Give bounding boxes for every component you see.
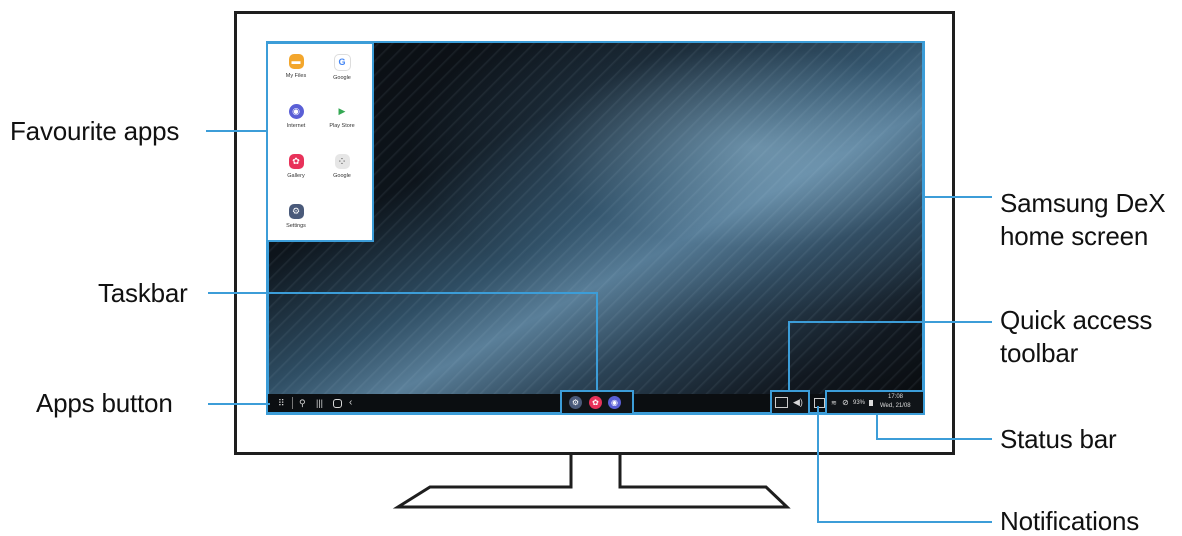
app-gallery[interactable]: ✿ Gallery	[274, 154, 318, 179]
back-icon[interactable]: ‹	[349, 398, 352, 408]
apps-button-icon[interactable]: ⠿	[278, 398, 285, 408]
google-icon: G	[333, 54, 351, 71]
battery-icon	[869, 400, 873, 406]
callout-status-bar-h	[876, 438, 992, 440]
home-icon[interactable]	[333, 399, 342, 408]
callout-notifications-v	[817, 406, 819, 523]
label-quick-access-line1: Quick access	[1000, 305, 1153, 335]
app-my-files[interactable]: ▬ My Files	[274, 54, 318, 79]
callout-taskbar-v	[596, 292, 598, 391]
internet-icon: ◉	[288, 104, 304, 119]
clock-time: 17:08	[888, 394, 904, 400]
screenshot-icon[interactable]	[775, 397, 788, 408]
callout-quick-access-h	[788, 321, 992, 323]
settings-icon: ⚙	[288, 204, 304, 219]
callout-taskbar-h	[208, 292, 597, 294]
label-dex-home-line2: home screen	[1000, 221, 1149, 251]
callout-notifications-h	[817, 521, 992, 523]
app-play-store[interactable]: ▶ Play Store	[320, 104, 364, 129]
app-google-folder[interactable]: ⁘ Google	[320, 154, 364, 179]
app-internet[interactable]: ◉ Internet	[274, 104, 318, 129]
google-folder-icon: ⁘	[334, 154, 350, 169]
gallery-icon: ✿	[288, 154, 304, 169]
folder-icon: ▬	[288, 54, 304, 69]
label-quick-access-line2: toolbar	[1000, 338, 1079, 368]
do-not-disturb-icon: ⊘	[842, 398, 849, 407]
recents-icon[interactable]: |||	[316, 398, 323, 408]
label-favourite-apps: Favourite apps	[10, 116, 180, 146]
callout-apps-button	[208, 403, 270, 405]
app-google[interactable]: G Google	[320, 54, 364, 81]
favourite-apps-panel: ▬ My Files G Google ◉ Internet ▶ Play St…	[266, 42, 374, 242]
callout-status-bar-v	[876, 414, 878, 439]
callout-dex-home	[922, 196, 992, 198]
callout-favourite-apps	[206, 130, 268, 132]
battery-percent: 93%	[853, 400, 866, 406]
notifications-icon[interactable]	[814, 398, 825, 408]
callout-quick-access-v	[788, 321, 790, 391]
label-notifications: Notifications	[1000, 506, 1140, 536]
internet-icon[interactable]: ◉	[608, 396, 621, 409]
taskbar-divider	[292, 397, 293, 409]
app-settings[interactable]: ⚙ Settings	[274, 204, 318, 229]
wifi-icon: ≋	[831, 400, 837, 407]
label-status-bar: Status bar	[1000, 424, 1117, 454]
label-dex-home-line1: Samsung DeX	[1000, 188, 1166, 218]
home-outline-right	[922, 41, 925, 415]
settings-icon[interactable]: ⚙	[569, 396, 582, 409]
label-apps-button: Apps button	[36, 388, 173, 418]
label-taskbar: Taskbar	[98, 278, 188, 308]
search-icon[interactable]: ⚲	[299, 398, 306, 408]
gallery-icon[interactable]: ✿	[589, 396, 602, 409]
volume-icon[interactable]: ◀)	[793, 397, 803, 407]
clock-date: Wed, 21/08	[880, 403, 911, 409]
play-store-icon: ▶	[334, 104, 350, 119]
